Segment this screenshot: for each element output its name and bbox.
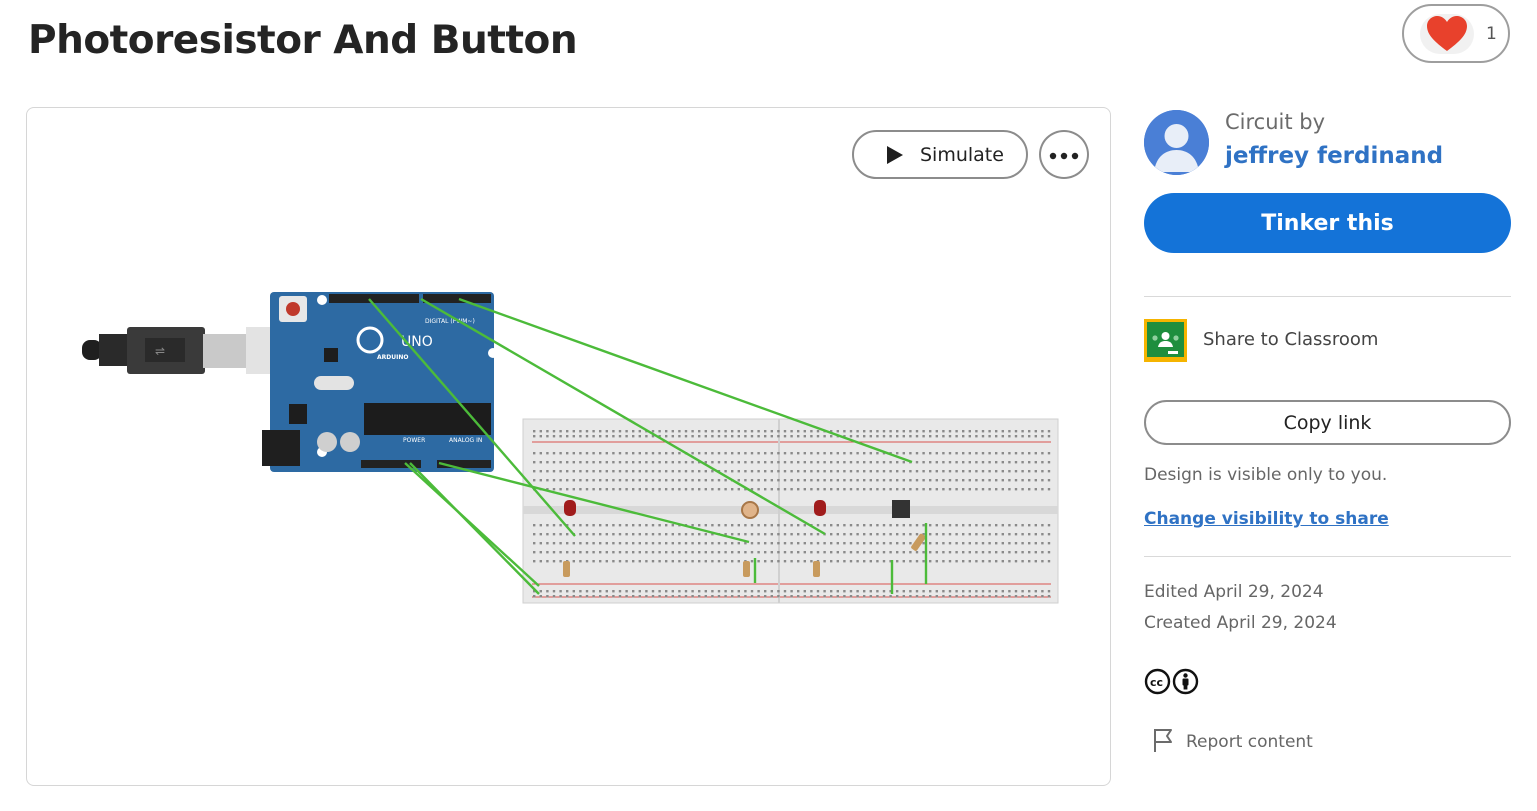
created-date: Created April 29, 2024 [1144,613,1337,633]
edited-date: Edited April 29, 2024 [1144,582,1324,602]
user-avatar-icon[interactable] [1144,110,1209,175]
circuit-by-label: Circuit by [1225,110,1326,134]
like-button[interactable]: 1 [1402,4,1510,63]
simulate-button[interactable]: Simulate [852,130,1028,179]
digital-label: DIGITAL (PWM~) [425,318,475,325]
flag-icon [1152,727,1174,757]
play-icon [886,145,904,169]
divider [1144,296,1511,297]
report-content-link[interactable]: Report content [1152,727,1313,757]
tinker-this-button[interactable]: Tinker this [1144,193,1511,253]
license-icons[interactable]: cc [1144,668,1199,699]
analog-label: ANALOG IN [449,437,482,444]
divider [1144,556,1511,557]
creative-commons-icon: cc [1144,668,1171,699]
author-link[interactable]: jeffrey ferdinand [1225,143,1443,169]
page-title: Photoresistor And Button [28,18,578,63]
copy-link-button[interactable]: Copy link [1144,400,1511,445]
visibility-note: Design is visible only to you. [1144,465,1388,485]
power-label: POWER [403,437,425,444]
breadboard [522,418,1059,604]
circuit-diagram: ⇌ DIGITAL (PWM~) UNO ARDUINO POWER ANALO… [82,292,1059,604]
usb-cable: ⇌ [82,327,270,374]
more-options-button[interactable] [1039,130,1089,179]
like-count: 1 [1486,24,1497,44]
more-dots-icon [1049,145,1079,164]
simulate-label: Simulate [920,144,1004,166]
report-label: Report content [1186,732,1313,752]
arduino-board: DIGITAL (PWM~) UNO ARDUINO POWER ANALOG … [262,292,498,472]
circuit-viewer[interactable]: ⇌ DIGITAL (PWM~) UNO ARDUINO POWER ANALO… [26,107,1111,786]
attribution-icon [1172,668,1199,699]
svg-text:⇌: ⇌ [155,344,165,358]
board-brand-label: ARDUINO [377,354,408,361]
svg-text:cc: cc [1150,676,1163,689]
heart-icon [1420,14,1474,54]
share-to-classroom-link[interactable]: Share to Classroom [1203,329,1378,350]
change-visibility-link[interactable]: Change visibility to share [1144,509,1389,529]
google-classroom-icon[interactable] [1144,319,1187,362]
